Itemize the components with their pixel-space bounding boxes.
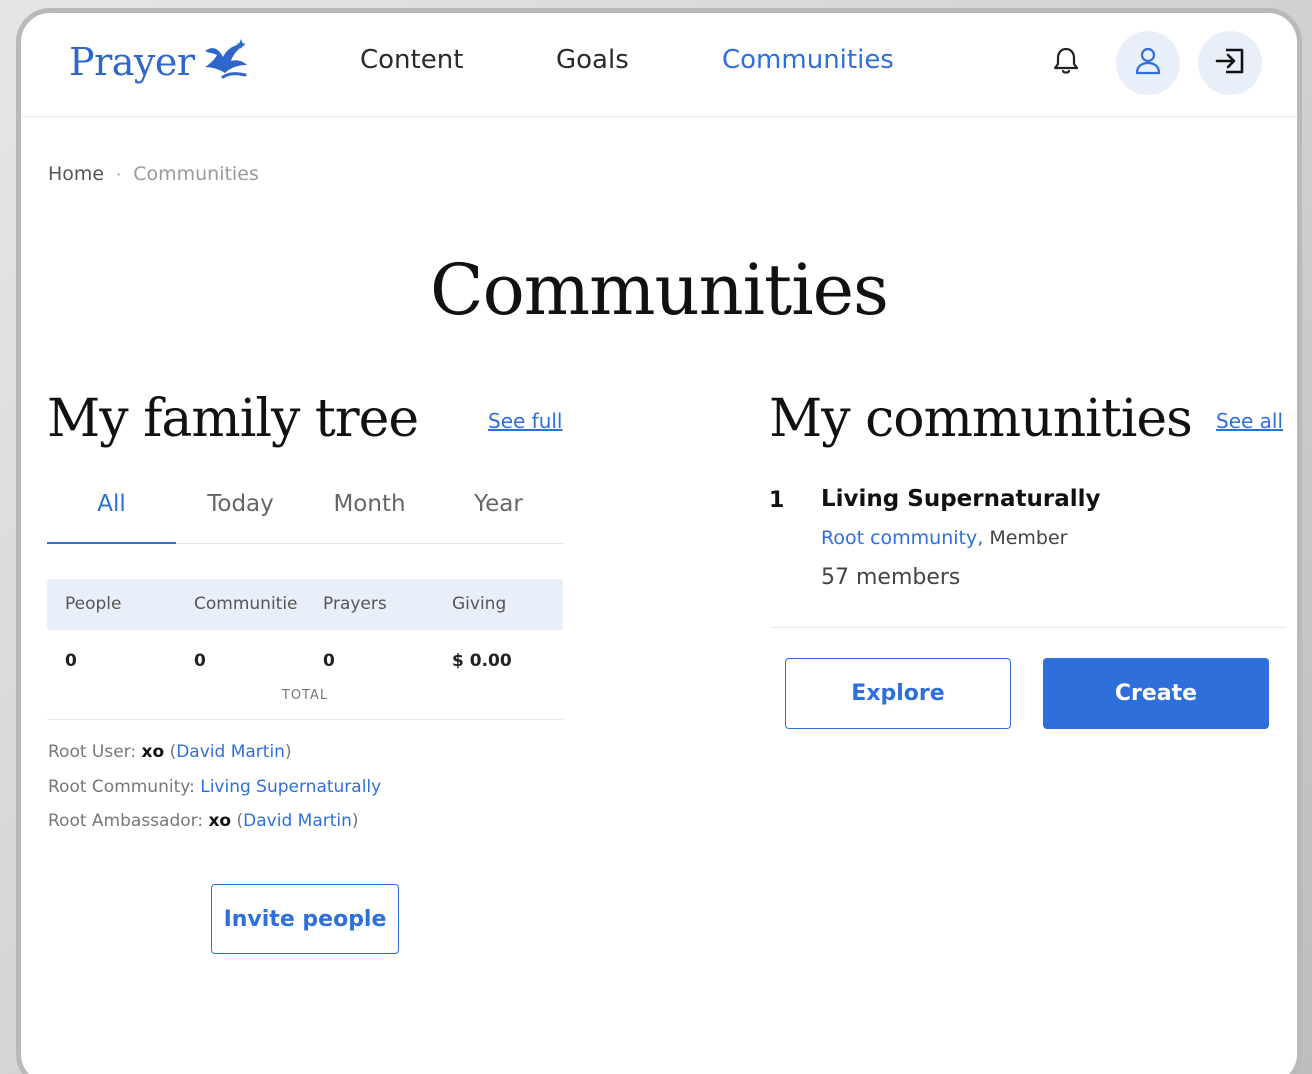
see-all-link[interactable]: See all	[1216, 409, 1283, 433]
tab-all[interactable]: All	[47, 491, 176, 517]
brand-logo[interactable]: Prayer	[69, 37, 251, 87]
paren-close: )	[351, 811, 359, 831]
brand-name: Prayer	[69, 40, 195, 84]
tab-today[interactable]: Today	[176, 491, 305, 517]
root-user-line: Root User: xo (David Martin)	[48, 742, 292, 762]
my-communities-title: My communities	[769, 389, 1193, 449]
root-ambassador-link[interactable]: David Martin	[243, 811, 352, 831]
stats-table-header: People Communitie Prayers Giving	[47, 579, 563, 630]
community-meta: Root community, Member	[821, 527, 1067, 549]
paren-close: )	[284, 742, 292, 762]
column-header-prayers: Prayers	[323, 594, 387, 614]
root-ambassador-line: Root Ambassador: xo (David Martin)	[48, 811, 359, 831]
active-tab-indicator	[47, 542, 176, 544]
column-header-communities: Communitie	[194, 594, 298, 614]
communities-divider	[771, 627, 1286, 628]
app-window: Prayer Content Goals Communities Home · …	[16, 8, 1302, 1074]
family-tree-tabs: All Today Month Year	[47, 485, 563, 544]
dove-icon	[201, 37, 251, 87]
tab-year[interactable]: Year	[434, 491, 563, 517]
tab-month[interactable]: Month	[305, 491, 434, 517]
profile-button[interactable]	[1116, 31, 1180, 95]
root-user-name: xo	[141, 742, 165, 762]
breadcrumb-separator: ·	[116, 164, 122, 184]
logout-button[interactable]	[1198, 31, 1262, 95]
nav-goals[interactable]: Goals	[556, 45, 629, 75]
invite-people-button[interactable]: Invite people	[211, 884, 399, 954]
root-community-line: Root Community: Living Supernaturally	[48, 777, 381, 797]
nav-content[interactable]: Content	[360, 45, 463, 75]
root-user-label: Root User:	[48, 742, 137, 762]
root-community-label: Root Community:	[48, 777, 195, 797]
community-role: Member	[989, 527, 1068, 549]
root-ambassador-label: Root Ambassador:	[48, 811, 204, 831]
notifications-button[interactable]	[1034, 31, 1098, 95]
community-name[interactable]: Living Supernaturally	[821, 486, 1101, 512]
create-button[interactable]: Create	[1043, 658, 1269, 729]
family-tree-title: My family tree	[47, 389, 419, 449]
community-type-link[interactable]: Root community,	[821, 527, 983, 549]
page-title: Communities	[430, 249, 889, 331]
stat-giving-value: $ 0.00	[452, 651, 512, 671]
logout-icon	[1214, 46, 1246, 80]
community-rank: 1	[769, 488, 785, 513]
community-member-count: 57 members	[821, 565, 961, 590]
column-header-giving: Giving	[452, 594, 507, 614]
nav-communities[interactable]: Communities	[722, 45, 894, 75]
breadcrumb: Home · Communities	[48, 163, 259, 185]
top-navigation-bar: Prayer Content Goals Communities	[21, 13, 1297, 117]
bell-icon	[1052, 46, 1080, 80]
stat-people-value: 0	[65, 651, 77, 671]
user-icon	[1134, 46, 1162, 80]
stat-prayers-value: 0	[323, 651, 335, 671]
total-label: TOTAL	[281, 688, 329, 703]
breadcrumb-current: Communities	[133, 163, 259, 185]
stat-communities-value: 0	[194, 651, 206, 671]
stats-divider	[47, 719, 563, 720]
root-ambassador-name: xo	[208, 811, 232, 831]
breadcrumb-home[interactable]: Home	[48, 163, 104, 185]
root-user-link[interactable]: David Martin	[176, 742, 285, 762]
see-full-link[interactable]: See full	[488, 409, 563, 433]
explore-button[interactable]: Explore	[785, 658, 1011, 729]
column-header-people: People	[65, 594, 122, 614]
root-community-link[interactable]: Living Supernaturally	[200, 777, 381, 797]
